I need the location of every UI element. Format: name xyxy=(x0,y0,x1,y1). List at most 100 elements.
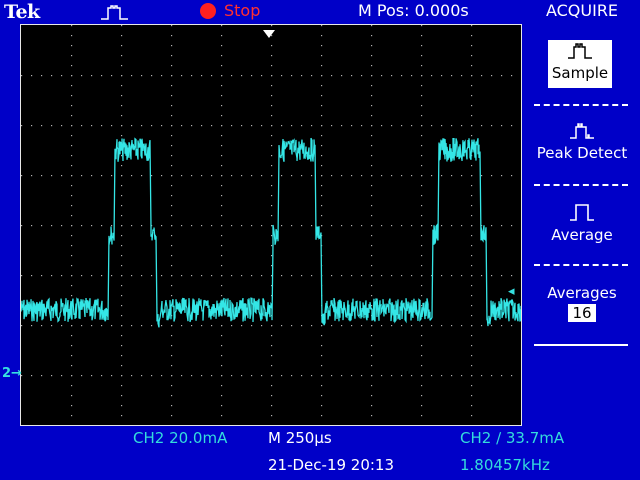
graticule-dot xyxy=(171,45,173,47)
graticule-dot xyxy=(71,65,73,67)
graticule-dot xyxy=(421,115,423,117)
graticule-dot xyxy=(201,275,203,277)
graticule-dot xyxy=(331,175,333,177)
graticule-dot xyxy=(191,225,193,227)
graticule-dot xyxy=(71,225,73,227)
graticule-dot xyxy=(251,125,253,127)
graticule-dot xyxy=(271,385,273,387)
graticule-dot xyxy=(71,125,73,127)
graticule-dot xyxy=(271,75,273,77)
ch2-scale-readout: CH2 20.0mA xyxy=(133,429,228,447)
graticule-dot xyxy=(161,375,163,377)
graticule-dot xyxy=(371,385,373,387)
graticule-dot xyxy=(371,325,373,327)
graticule-dot xyxy=(21,275,23,277)
graticule-dot xyxy=(121,65,123,67)
graticule-dot xyxy=(31,75,33,77)
graticule-dot xyxy=(491,275,493,277)
graticule-dot xyxy=(91,375,93,377)
graticule-dot xyxy=(71,95,73,97)
graticule-dot xyxy=(281,175,283,177)
waveform-display[interactable] xyxy=(20,24,522,426)
graticule-dot xyxy=(131,325,133,327)
graticule-dot xyxy=(351,275,353,277)
graticule-dot xyxy=(371,375,373,377)
graticule-dot xyxy=(361,125,363,127)
graticule-dot xyxy=(381,225,383,227)
graticule-dot xyxy=(181,375,183,377)
graticule-dot xyxy=(121,235,123,237)
graticule-dot xyxy=(421,325,423,327)
graticule-dot xyxy=(171,325,173,327)
sample-button[interactable]: Sample xyxy=(548,40,612,88)
graticule-dot xyxy=(191,75,193,77)
graticule-dot xyxy=(371,355,373,357)
graticule-dot xyxy=(371,345,373,347)
graticule-dot xyxy=(241,375,243,377)
graticule-dot xyxy=(71,235,73,237)
graticule-dot xyxy=(311,125,313,127)
graticule-dot xyxy=(321,375,323,377)
graticule-dot xyxy=(421,375,423,377)
graticule-dot xyxy=(441,325,443,327)
graticule-dot xyxy=(501,75,503,77)
peak-detect-button[interactable]: Peak Detect xyxy=(528,122,636,162)
graticule-dot xyxy=(141,275,143,277)
graticule-dot xyxy=(421,75,423,77)
graticule-dot xyxy=(91,325,93,327)
graticule-dot xyxy=(171,65,173,67)
graticule-dot xyxy=(141,375,143,377)
graticule-dot xyxy=(121,405,123,407)
averages-button[interactable]: Averages 16 xyxy=(528,284,636,322)
graticule-dot xyxy=(201,125,203,127)
graticule-dot xyxy=(131,125,133,127)
graticule-dot xyxy=(511,75,513,77)
graticule-dot xyxy=(221,295,223,297)
graticule-dot xyxy=(131,225,133,227)
ch2-ground-marker: 2→ xyxy=(2,366,22,381)
graticule-dot xyxy=(371,75,373,77)
graticule-dot xyxy=(171,345,173,347)
graticule-dot xyxy=(271,345,273,347)
run-state[interactable]: Stop xyxy=(224,1,260,20)
graticule-dot xyxy=(321,135,323,137)
graticule-dot xyxy=(121,225,123,227)
average-button[interactable]: Average xyxy=(528,202,636,244)
graticule-dot xyxy=(421,245,423,247)
graticule-dot xyxy=(421,95,423,97)
graticule-dot xyxy=(371,195,373,197)
graticule-dot xyxy=(181,175,183,177)
graticule-dot xyxy=(161,225,163,227)
graticule-dot xyxy=(71,195,73,197)
graticule-dot xyxy=(251,75,253,77)
graticule-dot xyxy=(291,375,293,377)
graticule-dot xyxy=(421,305,423,307)
graticule-dot xyxy=(71,365,73,367)
graticule-dot xyxy=(221,365,223,367)
graticule-dot xyxy=(471,265,473,267)
graticule-dot xyxy=(271,25,273,27)
graticule-dot xyxy=(121,75,123,77)
graticule-dot xyxy=(271,95,273,97)
graticule-dot xyxy=(221,405,223,407)
graticule-dot xyxy=(421,415,423,417)
graticule-dot xyxy=(201,375,203,377)
graticule-dot xyxy=(141,175,143,177)
graticule-dot xyxy=(101,175,103,177)
horizontal-position: M Pos: 0.000s xyxy=(358,1,469,20)
graticule-dot xyxy=(71,165,73,167)
graticule-dot xyxy=(211,375,213,377)
graticule-dot xyxy=(301,375,303,377)
graticule-dot xyxy=(171,95,173,97)
graticule-dot xyxy=(451,175,453,177)
graticule-dot xyxy=(281,75,283,77)
graticule-dot xyxy=(321,25,323,27)
graticule-dot xyxy=(261,75,263,77)
graticule-dot xyxy=(121,335,123,337)
graticule-dot xyxy=(441,75,443,77)
graticule-dot xyxy=(491,325,493,327)
graticule-dot xyxy=(121,395,123,397)
graticule-dot xyxy=(321,75,323,77)
graticule-dot xyxy=(371,255,373,257)
graticule-dot xyxy=(421,135,423,137)
